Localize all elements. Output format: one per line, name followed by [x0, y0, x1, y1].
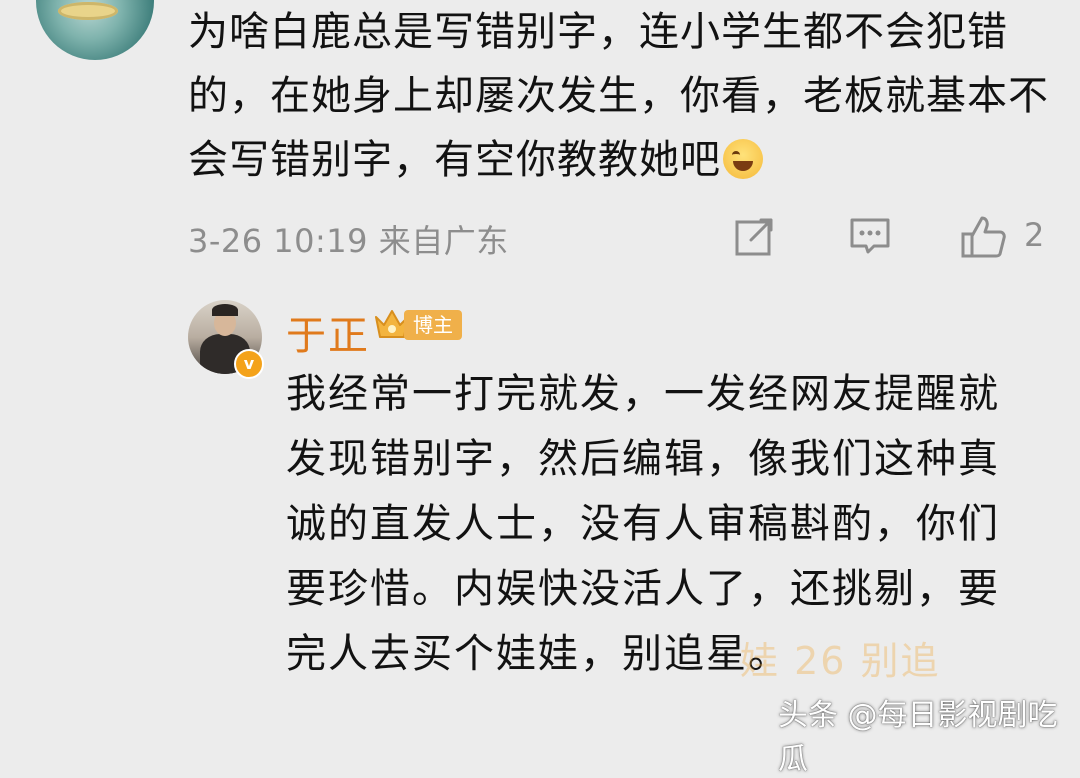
laughing-crying-emoji-icon	[723, 139, 763, 179]
blogger-badge-label: 博主	[404, 310, 462, 340]
comment-timestamp-location: 3-26 10:19 来自广东	[188, 222, 509, 260]
top-comment-body: 为啥白鹿总是写错别字，连小学生都不会犯错的，在她身上却屡次发生，你看，老板就基本…	[188, 0, 1058, 192]
like-count: 2	[1024, 216, 1045, 254]
commenter-avatar[interactable]	[36, 0, 154, 60]
verified-v-icon: v	[234, 349, 264, 379]
faded-watermark: 娃 26 别追	[740, 639, 941, 683]
source-watermark: 头条 @每日影视剧吃瓜	[778, 698, 1058, 777]
comment-meta-row: 3-26 10:19 来自广东 2	[188, 212, 1058, 262]
share-icon[interactable]	[733, 214, 777, 258]
comment-icon[interactable]	[848, 214, 892, 258]
blogger-badge: 博主	[372, 305, 464, 343]
thumbs-up-icon[interactable]	[960, 214, 1008, 260]
reply-user-name[interactable]: 于正	[286, 303, 370, 361]
top-comment-text: 为啥白鹿总是写错别字，连小学生都不会犯错的，在她身上却屡次发生，你看，老板就基本…	[188, 9, 1049, 183]
weibo-comment-screenshot: 为啥白鹿总是写错别字，连小学生都不会犯错的，在她身上却屡次发生，你看，老板就基本…	[0, 0, 1080, 777]
avatar-figure-hair	[212, 304, 238, 316]
avatar-island-graphic	[58, 2, 118, 20]
